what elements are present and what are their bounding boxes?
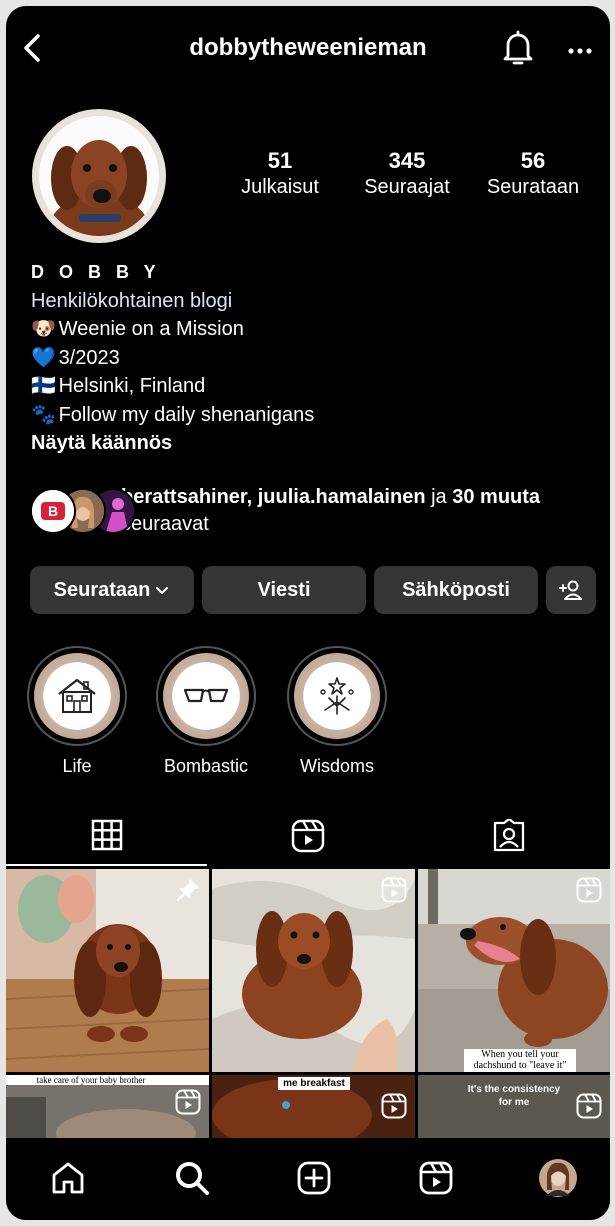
pinned-icon — [176, 879, 199, 902]
bio-line-text: Helsinki, Finland — [58, 375, 206, 397]
highlight-cover — [163, 653, 249, 739]
home-icon — [52, 1162, 84, 1194]
followed-by-count: 30 muuta — [452, 486, 541, 508]
message-button[interactable]: Viesti — [202, 566, 366, 614]
suggested-people-button[interactable] — [546, 566, 596, 614]
highlight-ring — [287, 646, 387, 746]
nav-search[interactable] — [170, 1156, 214, 1200]
bio-line-text: Follow my daily shenanigans — [58, 403, 315, 426]
highlight-life[interactable]: Life — [27, 646, 127, 777]
grid-post[interactable]: It's the consistency for me — [418, 1075, 610, 1139]
house-icon — [58, 678, 96, 713]
grid-post[interactable]: me breakfast — [212, 1075, 415, 1139]
following-button[interactable]: Seurataan — [30, 566, 194, 614]
following-button-label: Seurataan — [53, 578, 151, 601]
avatar: B — [30, 488, 76, 534]
followers-count-label: Seuraajat — [364, 176, 450, 198]
highlight-wisdoms[interactable]: Wisdoms — [287, 646, 387, 777]
bio-line: 🐾 Follow my daily shenanigans — [31, 401, 314, 430]
highlight-label: Bombastic — [163, 756, 249, 776]
highlight-bombastic[interactable]: Bombastic — [156, 646, 256, 777]
tagged-person-icon — [493, 819, 524, 852]
dog-emoji-icon: 🐶 — [31, 318, 56, 340]
reels-icon — [381, 877, 407, 903]
tab-posts-grid[interactable] — [6, 806, 207, 866]
profile-screen: dobbytheweenieman 51 Julkaisut 345 Seura… — [6, 6, 610, 1220]
svg-text:B: B — [48, 503, 58, 519]
post-caption: It's the consistency for me — [467, 1084, 561, 1108]
profile-avatar[interactable] — [32, 109, 166, 243]
email-button[interactable]: Sähköposti — [374, 566, 538, 614]
show-translation-link[interactable]: Näytä käännös — [31, 429, 314, 458]
profile-category: Henkilökohtainen blogi — [31, 289, 233, 312]
nav-create[interactable] — [292, 1156, 336, 1200]
profile-tabs — [6, 806, 610, 866]
search-icon — [176, 1162, 209, 1195]
display-name: D O B B Y — [31, 262, 161, 282]
blue-heart-icon: 💙 — [31, 346, 56, 369]
posts-grid: When you tell your dachshund to "leave i… — [6, 869, 610, 1139]
post-caption: me breakfast — [278, 1077, 350, 1090]
followers-count[interactable]: 345 Seuraajat — [356, 148, 458, 199]
highlight-ring — [27, 646, 127, 746]
finland-flag-icon: 🇫🇮 — [31, 375, 56, 397]
followed-by-names: berattsahiner, juulia.hamalainen — [121, 486, 426, 508]
grid-post[interactable]: take care of your baby brother — [6, 1075, 209, 1139]
profile-avatar-icon — [539, 1159, 577, 1197]
bio-line: 💙 3/2023 — [31, 344, 314, 373]
message-button-label: Viesti — [257, 578, 311, 601]
more-options-icon[interactable] — [562, 36, 598, 66]
followers-count-value: 345 — [388, 148, 426, 173]
email-button-label: Sähköposti — [402, 578, 510, 601]
reels-icon — [419, 1161, 453, 1195]
posts-count-label: Julkaisut — [241, 176, 319, 198]
highlight-ring — [156, 646, 256, 746]
grid-post[interactable]: When you tell your dachshund to "leave i… — [418, 869, 610, 1072]
add-post-icon — [297, 1161, 331, 1195]
bio-line-text: 3/2023 — [58, 346, 120, 369]
nav-home[interactable] — [46, 1156, 90, 1200]
nav-reels[interactable] — [414, 1156, 458, 1200]
bottom-navigation — [6, 1138, 610, 1220]
highlight-label: Wisdoms — [299, 756, 374, 776]
following-count[interactable]: 56 Seurataan — [478, 148, 588, 199]
grid-icon — [91, 819, 122, 851]
reels-icon — [175, 1089, 201, 1115]
reels-icon — [291, 819, 324, 853]
nav-profile[interactable] — [536, 1156, 580, 1200]
bio-line-text: Weenie on a Mission — [58, 318, 244, 340]
grid-post[interactable] — [212, 869, 415, 1072]
add-person-icon — [559, 580, 582, 600]
highlight-cover — [34, 653, 120, 739]
tab-reels[interactable] — [207, 806, 408, 866]
tab-tagged[interactable] — [408, 806, 609, 866]
reels-icon — [381, 1093, 407, 1119]
grid-post[interactable] — [6, 869, 209, 1072]
reels-icon — [576, 1093, 602, 1119]
post-caption: When you tell your dachshund to "leave i… — [464, 1049, 576, 1072]
bio-line: 🐶 Weenie on a Mission — [31, 315, 314, 344]
chevron-down-icon — [156, 587, 169, 594]
posts-count[interactable]: 51 Julkaisut — [230, 148, 330, 199]
notifications-bell-icon[interactable] — [500, 28, 536, 68]
bio-line: 🇫🇮 Helsinki, Finland — [31, 372, 314, 401]
following-count-label: Seurataan — [486, 176, 580, 198]
highlight-label: Life — [62, 756, 92, 776]
post-caption: take care of your baby brother — [6, 1075, 176, 1085]
avatar-photo — [39, 116, 159, 236]
sunglasses-icon — [183, 688, 229, 703]
posts-count-value: 51 — [267, 148, 293, 173]
following-count-value: 56 — [520, 148, 546, 173]
profile-bio: D O B B Y Henkilökohtainen blogi 🐶 Weeni… — [31, 258, 314, 458]
followed-by-connector: ja — [431, 486, 447, 508]
highlight-cover — [294, 653, 380, 739]
top-bar: dobbytheweenieman — [6, 6, 610, 86]
followed-by-text[interactable]: berattsahiner, juulia.hamalainen ja 30 m… — [121, 484, 591, 538]
fireworks-icon — [320, 677, 354, 715]
paw-prints-icon: 🐾 — [31, 403, 56, 426]
reels-icon — [576, 877, 602, 903]
